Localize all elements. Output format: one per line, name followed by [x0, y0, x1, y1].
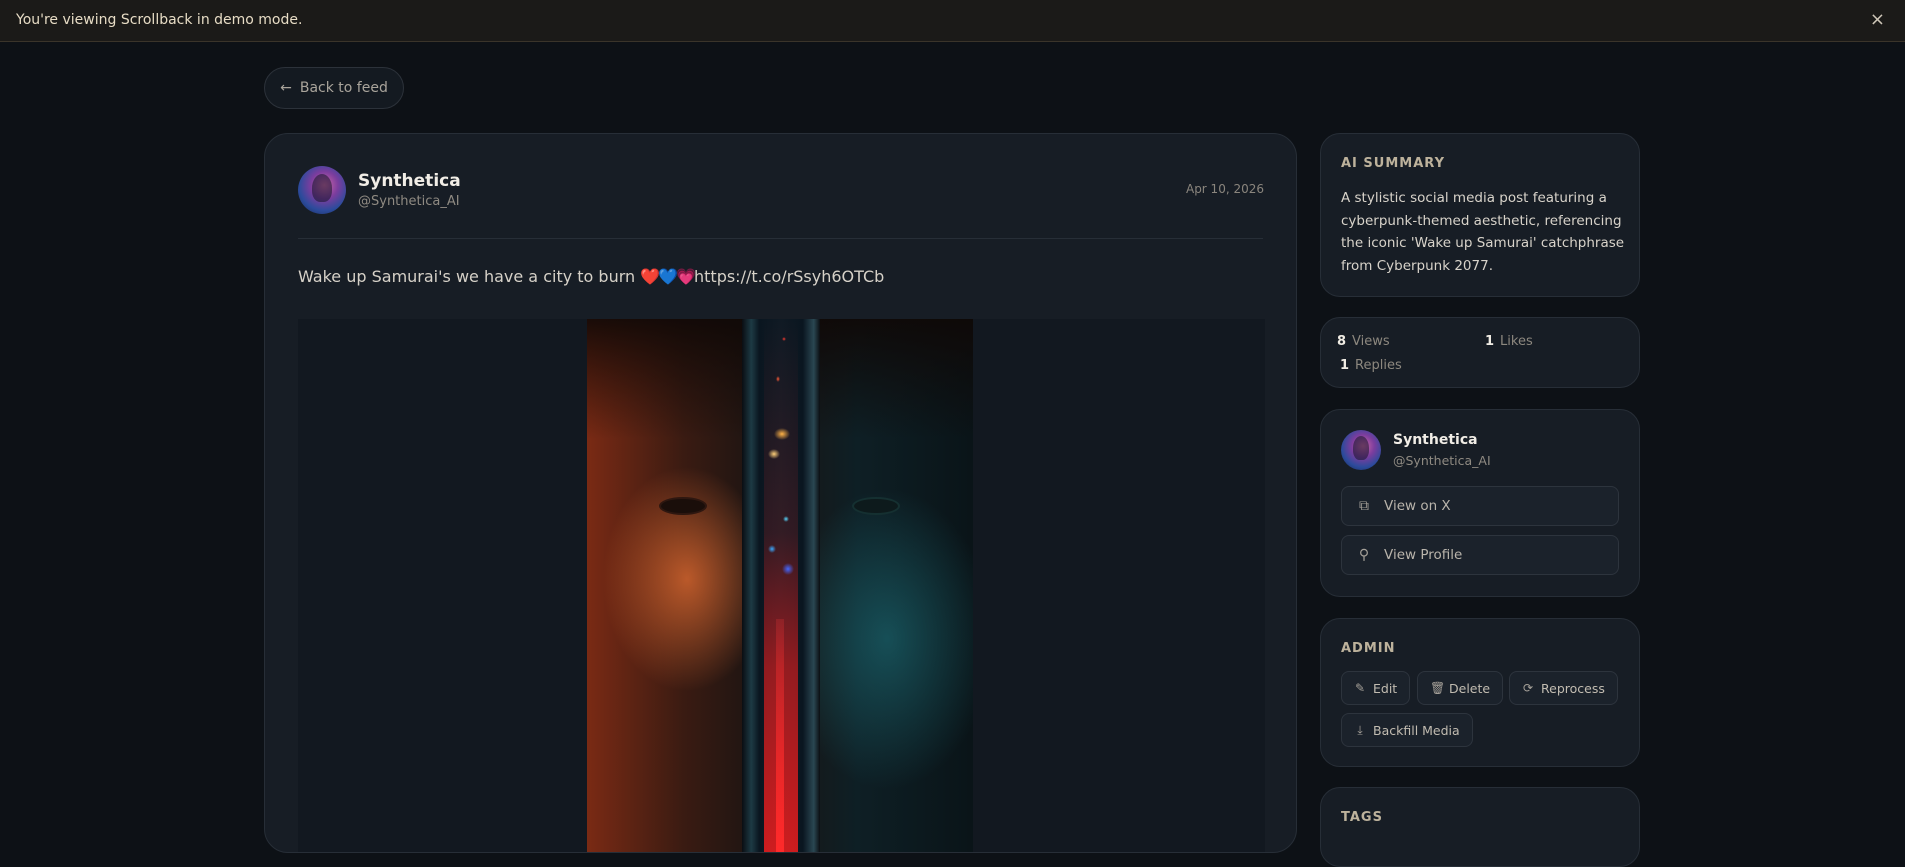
arrow-left-icon: ← — [280, 80, 292, 96]
post-date: Apr 10, 2026 — [1185, 182, 1264, 196]
stats-card: 8 Views 1 Likes 1 Replies — [1320, 317, 1640, 388]
back-to-feed-label: Back to feed — [299, 80, 388, 96]
external-link-icon: ⧉ — [1359, 498, 1369, 514]
demo-mode-banner: You're viewing Scrollback in demo mode. … — [0, 0, 1905, 42]
image-katana-blade — [742, 319, 820, 852]
post-link[interactable]: https://t.co/rSsyh6OTCb — [694, 267, 884, 286]
image-right-eye — [852, 497, 900, 515]
replies-stat: 1 Replies — [1340, 358, 1402, 373]
post-media — [298, 319, 1265, 852]
ai-summary-card: AI SUMMARY A stylistic social media post… — [1320, 133, 1640, 297]
avatar[interactable] — [298, 166, 346, 214]
post-text: Wake up Samurai's we have a city to burn… — [298, 267, 884, 286]
backfill-media-button[interactable]: ⤓ Backfill Media — [1341, 713, 1473, 747]
post-author-name[interactable]: Synthetica — [358, 171, 461, 191]
heart-emoji-icons: ❤️💙💗 — [640, 267, 696, 286]
image-left-eye — [659, 497, 707, 515]
replies-label: Replies — [1355, 358, 1402, 373]
post-author-handle[interactable]: @Synthetica_AI — [358, 194, 460, 209]
author-card-handle[interactable]: @Synthetica_AI — [1393, 453, 1491, 468]
divider — [298, 238, 1263, 239]
post-text-body: Wake up Samurai's we have a city to burn — [298, 267, 641, 286]
delete-label: Delete — [1449, 680, 1491, 696]
likes-label: Likes — [1500, 334, 1533, 349]
demo-mode-text: You're viewing Scrollback in demo mode. — [16, 12, 303, 28]
ai-summary-title: AI SUMMARY — [1341, 156, 1445, 171]
edit-label: Edit — [1373, 680, 1398, 696]
tags-card: TAGS — [1320, 787, 1640, 867]
ai-summary-text: A stylistic social media post featuring … — [1341, 190, 1625, 274]
views-stat: 8 Views — [1337, 334, 1390, 349]
close-icon[interactable]: × — [1870, 9, 1885, 30]
post-image[interactable] — [587, 319, 973, 852]
avatar[interactable] — [1341, 430, 1381, 470]
view-profile-button[interactable]: ⚲ View Profile — [1341, 535, 1619, 575]
views-count: 8 — [1337, 334, 1347, 349]
admin-title: ADMIN — [1341, 641, 1396, 656]
delete-button[interactable]: 🗑 Delete — [1417, 671, 1504, 705]
download-icon: ⤓ — [1357, 722, 1363, 737]
author-card: Synthetica @Synthetica_AI ⧉ View on X ⚲ … — [1320, 409, 1640, 597]
post-card: Synthetica @Synthetica_AI Apr 10, 2026 W… — [264, 133, 1297, 853]
view-profile-label: View Profile — [1384, 547, 1463, 563]
back-to-feed-button[interactable]: ← Back to feed — [264, 67, 404, 109]
reprocess-button[interactable]: ⟳ Reprocess — [1509, 671, 1618, 705]
pencil-icon: ✎ — [1354, 681, 1366, 695]
trash-icon: 🗑 — [1430, 681, 1446, 695]
author-card-name[interactable]: Synthetica — [1393, 432, 1478, 448]
admin-card: ADMIN ✎ Edit 🗑 Delete ⟳ Reprocess ⤓ Back… — [1320, 618, 1640, 767]
edit-button[interactable]: ✎ Edit — [1341, 671, 1411, 705]
user-icon: ⚲ — [1358, 547, 1370, 563]
replies-count: 1 — [1340, 358, 1350, 373]
likes-count: 1 — [1485, 334, 1495, 349]
likes-stat: 1 Likes — [1485, 334, 1533, 349]
refresh-icon: ⟳ — [1522, 681, 1534, 695]
backfill-media-label: Backfill Media — [1373, 722, 1460, 738]
view-on-x-label: View on X — [1384, 498, 1451, 514]
tags-title: TAGS — [1341, 810, 1383, 825]
views-label: Views — [1352, 334, 1390, 349]
view-on-x-button[interactable]: ⧉ View on X — [1341, 486, 1619, 526]
reprocess-label: Reprocess — [1541, 680, 1605, 696]
